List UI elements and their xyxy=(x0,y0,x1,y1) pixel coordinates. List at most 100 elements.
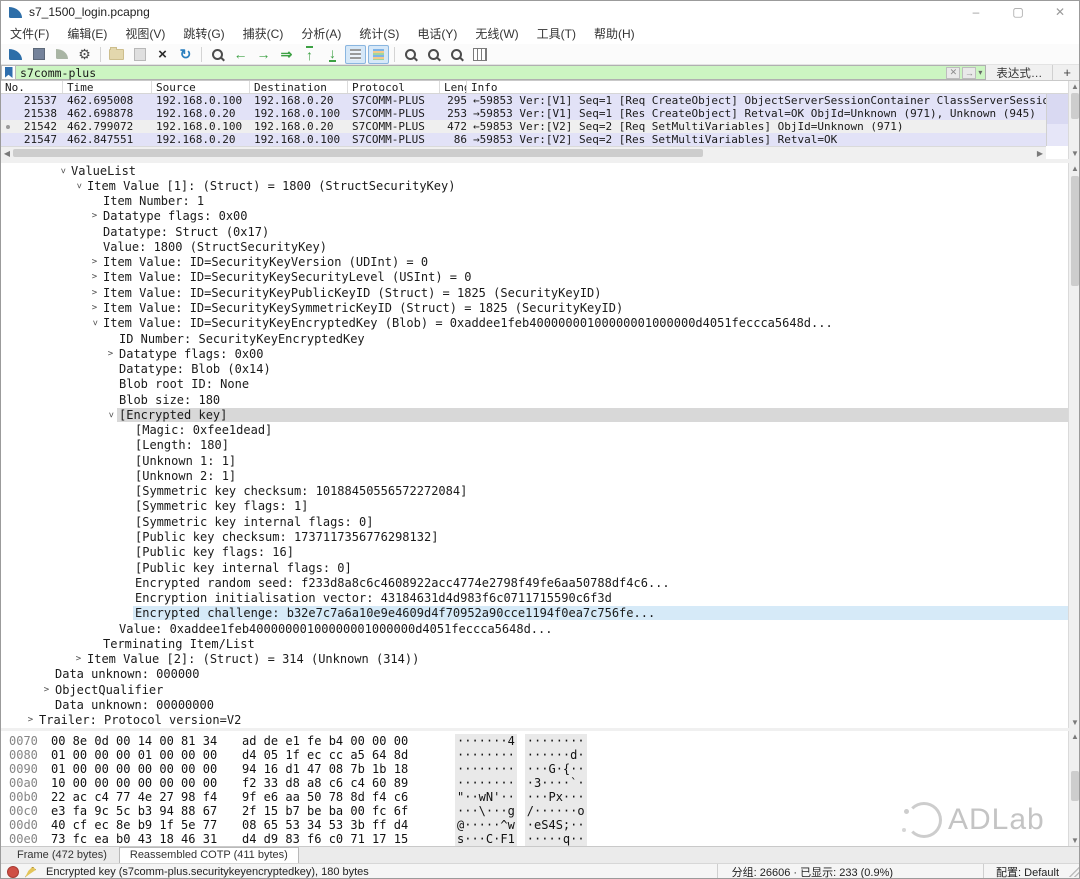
maximize-button[interactable]: ▢ xyxy=(997,1,1039,23)
open-file-button[interactable] xyxy=(106,45,127,64)
byte-tab-frame[interactable]: Frame (472 bytes) xyxy=(7,848,117,863)
menu-go[interactable]: 跳转(G) xyxy=(174,23,233,44)
colorize-packets-button[interactable] xyxy=(368,45,389,64)
hex-row[interactable]: 00b022 ac c4 77 4e 27 98 f49f e6 aa 50 7… xyxy=(1,790,1068,804)
expression-button[interactable]: 表达式… xyxy=(986,65,1052,80)
tree-row[interactable]: >Datatype flags: 0x00 xyxy=(1,209,1068,224)
tree-row[interactable]: ID Number: SecurityKeyEncryptedKey xyxy=(1,331,1068,346)
tree-row[interactable]: [Symmetric key flags: 1] xyxy=(1,499,1068,514)
tree-row[interactable]: [Unknown 2: 1] xyxy=(1,468,1068,483)
expander-icon[interactable]: > xyxy=(88,288,101,298)
tree-row[interactable]: >Item Value: ID=SecurityKeySecurityLevel… xyxy=(1,270,1068,285)
tree-row[interactable]: Data unknown: 000000 xyxy=(1,667,1068,682)
packet-row[interactable]: 21537462.695008192.168.0.100192.168.0.20… xyxy=(1,94,1046,107)
filter-add-button[interactable]: + xyxy=(1052,65,1080,80)
tree-row[interactable]: >ObjectQualifier xyxy=(1,682,1068,697)
expander-icon[interactable]: > xyxy=(58,164,68,177)
tree-row[interactable]: Item Number: 1 xyxy=(1,194,1068,209)
tree-row[interactable]: [Length: 180] xyxy=(1,438,1068,453)
expander-icon[interactable]: > xyxy=(88,303,101,313)
display-filter-input[interactable]: s7comm-plus ✕ → ▾ xyxy=(16,65,986,80)
expander-icon[interactable]: > xyxy=(88,211,101,221)
column-header-no[interactable]: No. xyxy=(1,81,63,93)
expert-info-icon[interactable] xyxy=(7,866,19,878)
stop-capture-button[interactable] xyxy=(28,45,49,64)
bytes-vscrollbar[interactable]: ▲ ▼ xyxy=(1068,731,1080,846)
tree-row[interactable]: Encryption initialisation vector: 431846… xyxy=(1,590,1068,605)
restart-capture-button[interactable] xyxy=(51,45,72,64)
tree-row[interactable]: >Item Value: ID=SecurityKeyPublicKeyID (… xyxy=(1,285,1068,300)
tree-row[interactable]: Datatype: Blob (0x14) xyxy=(1,361,1068,376)
profile-label[interactable]: 配置: Default xyxy=(983,864,1069,879)
tree-row[interactable]: [Public key checksum: 173711735677629813… xyxy=(1,529,1068,544)
tree-row[interactable]: [Magic: 0xfee1dead] xyxy=(1,423,1068,438)
column-header-source[interactable]: Source xyxy=(152,81,250,93)
tree-row[interactable]: >Item Value: ID=SecurityKeyEncryptedKey … xyxy=(1,316,1068,331)
expander-icon[interactable]: > xyxy=(88,272,101,282)
packet-list-vscrollbar[interactable]: ▲ ▼ xyxy=(1068,81,1080,159)
menu-tools[interactable]: 工具(T) xyxy=(528,23,585,44)
tree-row[interactable]: >Item Value [2]: (Struct) = 314 (Unknown… xyxy=(1,652,1068,667)
expander-icon[interactable]: > xyxy=(40,685,53,695)
intelligent-scrollbar[interactable] xyxy=(1046,94,1068,146)
tree-row[interactable]: Blob size: 180 xyxy=(1,392,1068,407)
expander-icon[interactable]: > xyxy=(24,715,37,725)
tree-row[interactable]: Value: 0xaddee1feb4000000010000000100000… xyxy=(1,621,1068,636)
tree-row[interactable]: >ValueList xyxy=(1,163,1068,178)
filter-bookmark-button[interactable] xyxy=(1,65,16,80)
scroll-left-icon[interactable]: ◀ xyxy=(1,147,13,159)
tree-row[interactable]: Encrypted challenge: b32e7c7a6a10e9e4609… xyxy=(1,606,1068,621)
hex-row[interactable]: 00c0e3 fa 9c 5c b3 94 88 672f 15 b7 be b… xyxy=(1,804,1068,818)
packet-row[interactable]: 21542462.799072192.168.0.100192.168.0.20… xyxy=(1,120,1046,133)
scroll-up-icon[interactable]: ▲ xyxy=(1069,731,1080,742)
scroll-right-icon[interactable]: ▶ xyxy=(1034,147,1046,159)
scroll-down-icon[interactable]: ▼ xyxy=(1069,835,1080,846)
menu-help[interactable]: 帮助(H) xyxy=(585,23,644,44)
column-header-destination[interactable]: Destination xyxy=(250,81,348,93)
filter-clear-button[interactable]: ✕ xyxy=(946,67,960,79)
hex-row[interactable]: 009001 00 00 00 00 00 00 0094 16 d1 47 0… xyxy=(1,762,1068,776)
tree-row[interactable]: [Unknown 1: 1] xyxy=(1,453,1068,468)
reload-file-button[interactable]: ↻ xyxy=(175,45,196,64)
go-back-button[interactable]: ← xyxy=(230,45,251,64)
scroll-up-icon[interactable]: ▲ xyxy=(1069,81,1080,92)
filter-history-dropdown[interactable]: ▾ xyxy=(978,68,982,77)
tree-row[interactable]: >Datatype flags: 0x00 xyxy=(1,346,1068,361)
scrollbar-thumb[interactable] xyxy=(1071,771,1079,801)
go-forward-button[interactable]: → xyxy=(253,45,274,64)
filter-apply-button[interactable]: → xyxy=(962,67,976,79)
menu-statistics[interactable]: 统计(S) xyxy=(350,23,408,44)
menu-file[interactable]: 文件(F) xyxy=(1,23,58,44)
hex-row[interactable]: 00a010 00 00 00 00 00 00 00f2 33 d8 a8 c… xyxy=(1,776,1068,790)
close-file-button[interactable]: × xyxy=(152,45,173,64)
packet-list-hscrollbar[interactable]: ◀ ▶ xyxy=(1,146,1046,159)
tree-row[interactable]: >Item Value: ID=SecurityKeySymmetricKeyI… xyxy=(1,300,1068,315)
tree-row[interactable]: Terminating Item/List xyxy=(1,636,1068,651)
zoom-original-button[interactable] xyxy=(446,45,467,64)
scrollbar-thumb[interactable] xyxy=(1071,93,1079,119)
scroll-up-icon[interactable]: ▲ xyxy=(1069,163,1080,174)
hex-row[interactable]: 007000 8e 0d 00 14 00 81 34ad de e1 fe b… xyxy=(1,734,1068,748)
menu-view[interactable]: 视图(V) xyxy=(116,23,174,44)
column-header-time[interactable]: Time xyxy=(63,81,152,93)
detail-vscrollbar[interactable]: ▲ ▼ xyxy=(1068,163,1080,728)
expander-icon[interactable]: > xyxy=(106,408,116,421)
column-header-leng[interactable]: Leng xyxy=(440,81,467,93)
hex-row[interactable]: 008001 00 00 00 01 00 00 00d4 05 1f ec c… xyxy=(1,748,1068,762)
tree-row[interactable]: Data unknown: 00000000 xyxy=(1,697,1068,712)
go-to-packet-button[interactable]: ⇒ xyxy=(276,45,297,64)
expander-icon[interactable]: > xyxy=(90,317,100,330)
go-last-packet-button[interactable]: ↓ xyxy=(322,45,343,64)
expander-icon[interactable]: > xyxy=(72,654,85,664)
hex-row[interactable]: 00e073 fc ea b0 43 18 46 31d4 d9 83 f6 c… xyxy=(1,832,1068,846)
tree-row[interactable]: Datatype: Struct (0x17) xyxy=(1,224,1068,239)
scrollbar-thumb[interactable] xyxy=(1071,176,1079,286)
scroll-down-icon[interactable]: ▼ xyxy=(1069,717,1080,728)
menu-telephony[interactable]: 电话(Y) xyxy=(408,23,466,44)
menu-analyze[interactable]: 分析(A) xyxy=(292,23,350,44)
tree-row[interactable]: Blob root ID: None xyxy=(1,377,1068,392)
menu-edit[interactable]: 编辑(E) xyxy=(58,23,116,44)
close-button[interactable]: ✕ xyxy=(1039,1,1080,23)
menu-capture[interactable]: 捕获(C) xyxy=(234,23,293,44)
expander-icon[interactable]: > xyxy=(88,257,101,267)
